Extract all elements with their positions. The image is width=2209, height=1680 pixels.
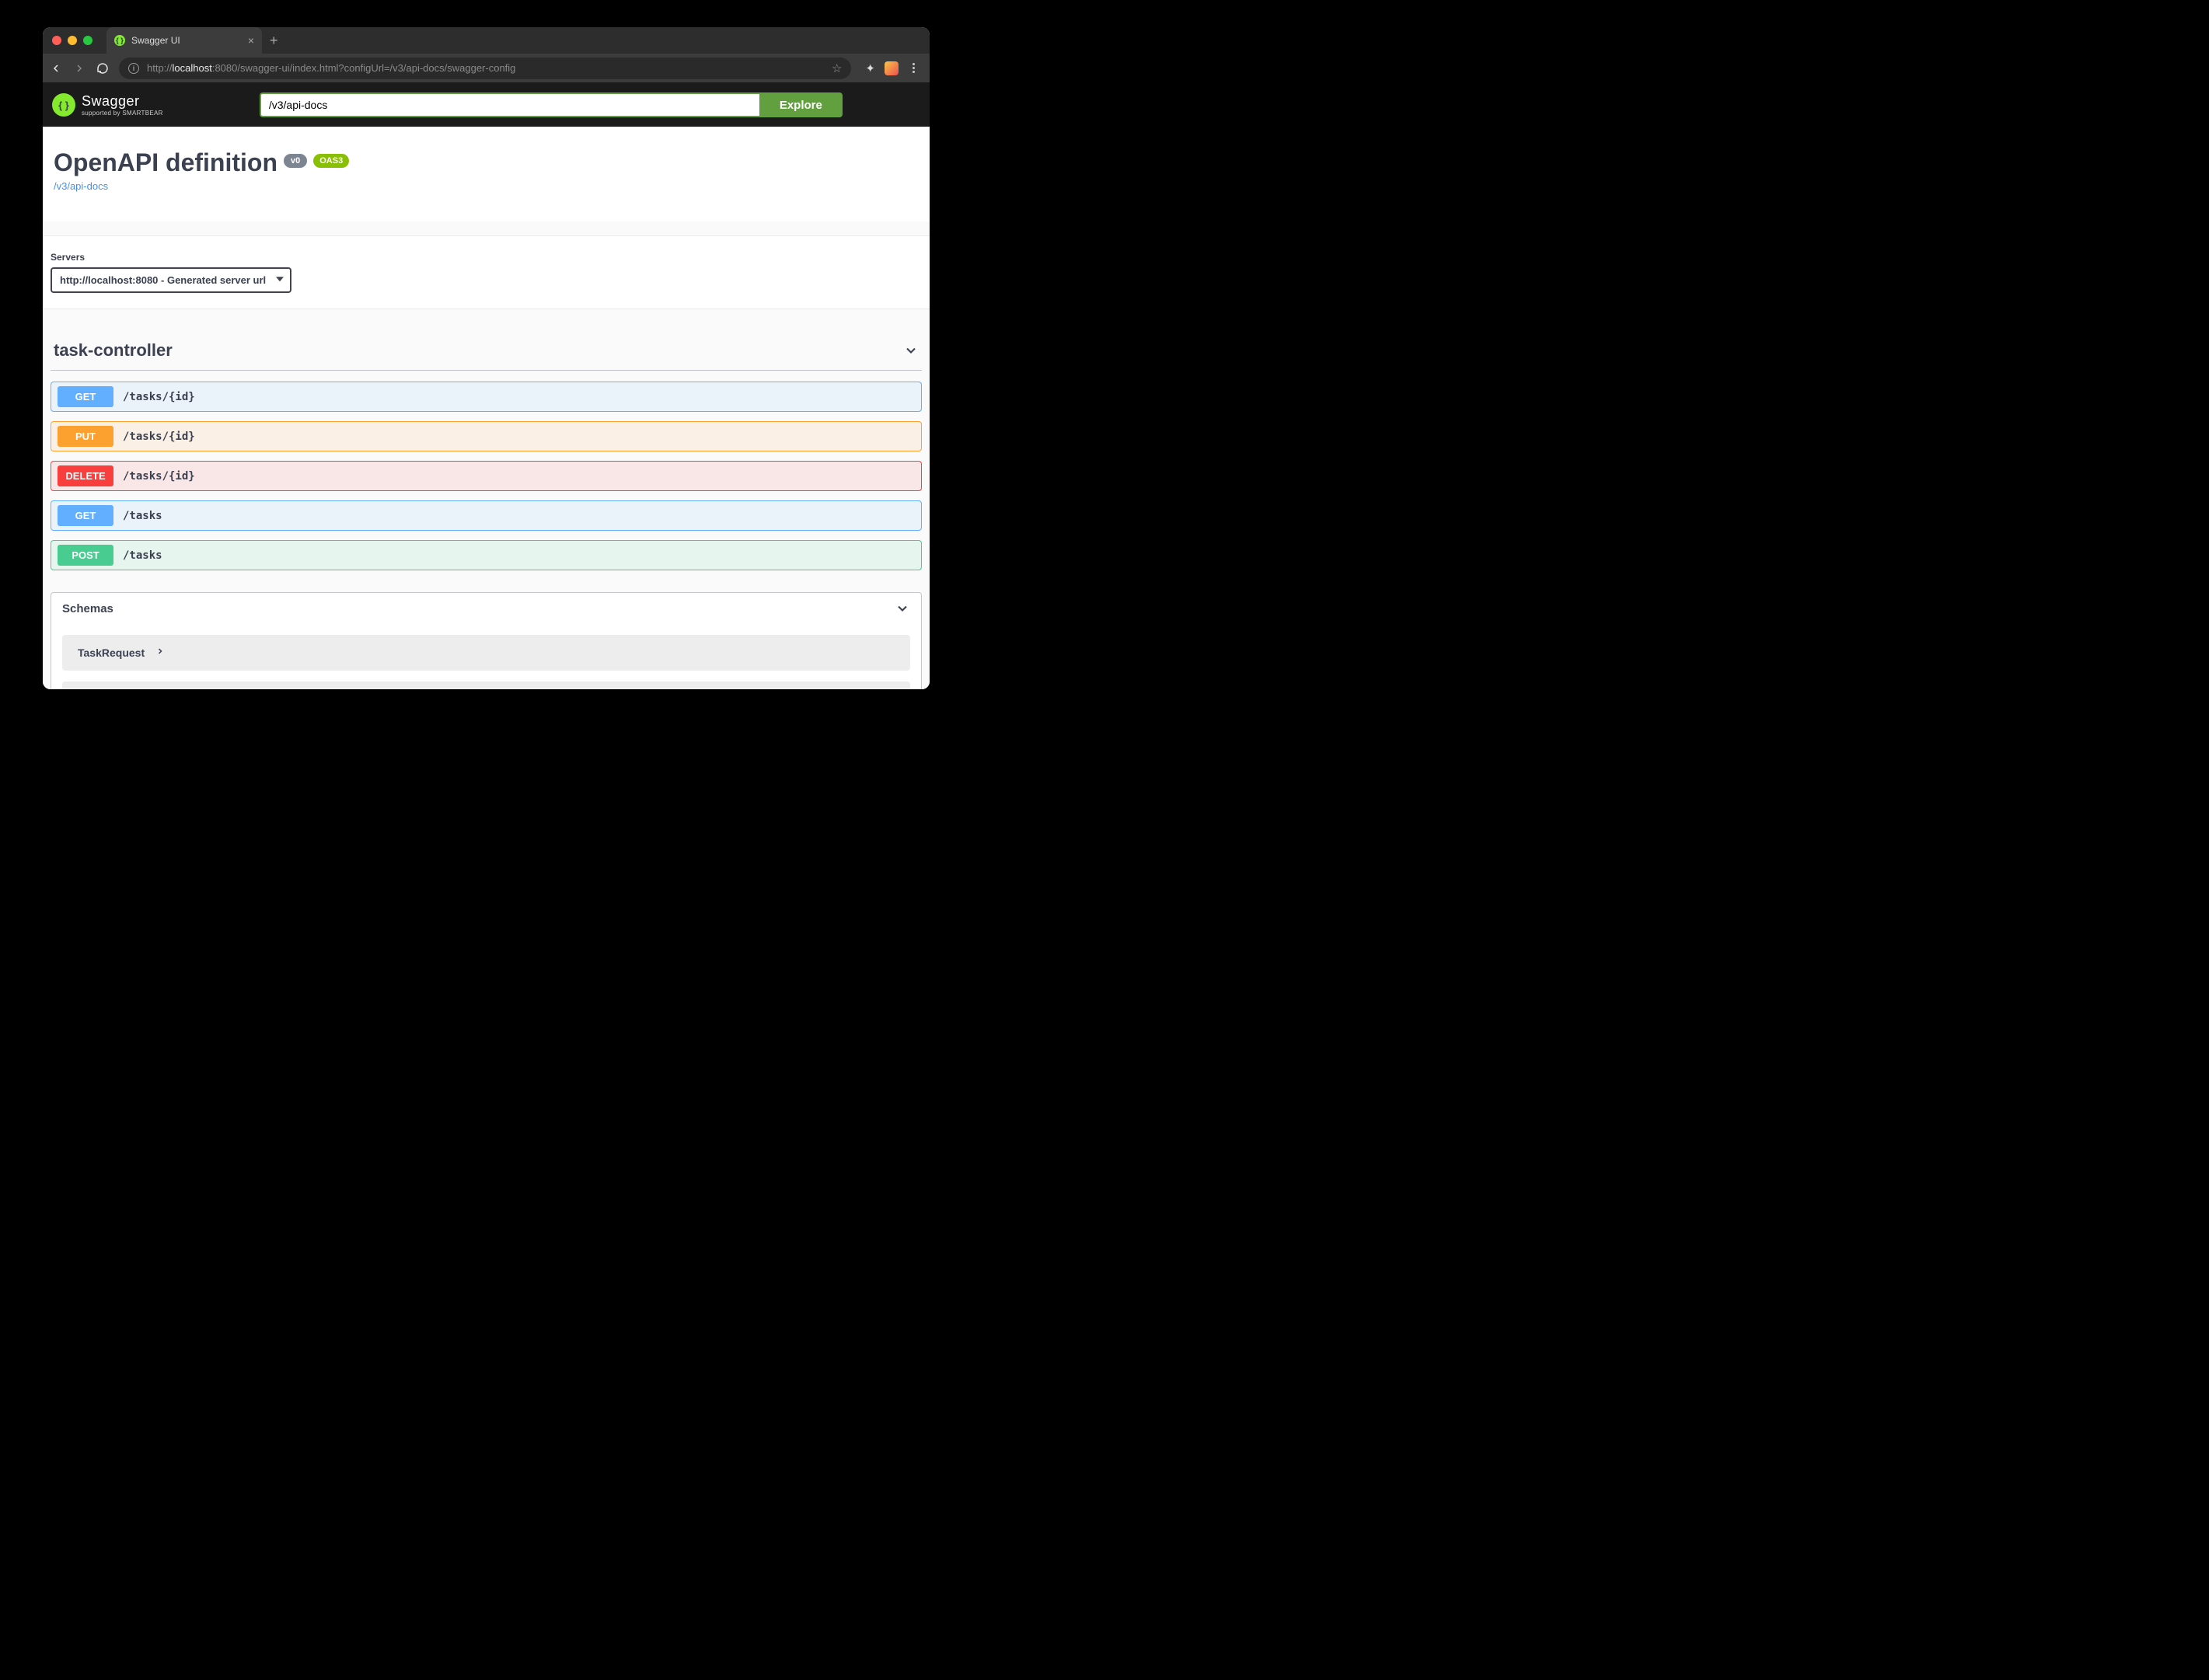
chevron-right-icon bbox=[155, 646, 165, 660]
info-section: OpenAPI definition v0 OAS3 /v3/api-docs bbox=[43, 127, 930, 221]
operation-path: /tasks/{id} bbox=[123, 470, 195, 483]
tab-strip: { } Swagger UI × + bbox=[106, 27, 286, 54]
operation-path: /tasks bbox=[123, 549, 162, 562]
spec-url-input[interactable] bbox=[260, 92, 759, 117]
operation-row[interactable]: PUT/tasks/{id} bbox=[51, 421, 922, 451]
schema-item[interactable]: TaskRequest bbox=[62, 635, 910, 671]
schemas-title: Schemas bbox=[62, 602, 113, 615]
swagger-content: OpenAPI definition v0 OAS3 /v3/api-docs … bbox=[43, 127, 930, 689]
operation-path: /tasks bbox=[123, 510, 162, 522]
close-tab-button[interactable]: × bbox=[248, 35, 254, 46]
address-url: http://localhost:8080/swagger-ui/index.h… bbox=[147, 62, 515, 74]
schemas-header[interactable]: Schemas bbox=[51, 593, 921, 624]
operation-list: GET/tasks/{id}PUT/tasks/{id}DELETE/tasks… bbox=[51, 382, 922, 570]
browser-tab-active[interactable]: { } Swagger UI × bbox=[106, 27, 262, 54]
swagger-topbar: { } Swagger supported by SMARTBEAR Explo… bbox=[43, 83, 930, 127]
bookmark-star-icon[interactable]: ☆ bbox=[832, 61, 842, 75]
api-title-text: OpenAPI definition bbox=[54, 148, 277, 177]
maximize-window-button[interactable] bbox=[83, 36, 92, 45]
browser-window: { } Swagger UI × + i http://localhost:80… bbox=[43, 27, 930, 689]
reload-button[interactable] bbox=[96, 62, 110, 75]
extension-icon[interactable] bbox=[885, 61, 899, 75]
explore-button[interactable]: Explore bbox=[759, 92, 843, 117]
browser-toolbar: i http://localhost:8080/swagger-ui/index… bbox=[43, 54, 930, 83]
site-info-icon[interactable]: i bbox=[128, 63, 139, 74]
extensions-puzzle-icon[interactable]: ✦ bbox=[865, 61, 875, 75]
schema-item[interactable]: ObjectId bbox=[62, 681, 910, 689]
operation-row[interactable]: GET/tasks/{id} bbox=[51, 382, 922, 412]
http-method-badge: GET bbox=[58, 386, 113, 407]
traffic-lights bbox=[52, 36, 92, 45]
schemas-section: Schemas TaskRequest ObjectId bbox=[51, 592, 922, 689]
spec-link[interactable]: /v3/api-docs bbox=[54, 180, 108, 192]
operation-path: /tasks/{id} bbox=[123, 391, 195, 403]
chevron-down-icon bbox=[903, 343, 919, 358]
extensions-area: ✦ bbox=[860, 61, 923, 75]
http-method-badge: DELETE bbox=[58, 465, 113, 486]
minimize-window-button[interactable] bbox=[68, 36, 77, 45]
oas-badge: OAS3 bbox=[313, 154, 349, 168]
window-titlebar: { } Swagger UI × + bbox=[43, 27, 930, 54]
chevron-down-icon bbox=[895, 601, 910, 616]
swagger-logo-subtext: supported by SMARTBEAR bbox=[82, 110, 163, 117]
new-tab-button[interactable]: + bbox=[262, 27, 286, 54]
swagger-logo-icon: { } bbox=[52, 93, 75, 117]
swagger-logo[interactable]: { } Swagger supported by SMARTBEAR bbox=[52, 93, 163, 117]
servers-label: Servers bbox=[51, 252, 922, 263]
schema-items: TaskRequest ObjectId bbox=[51, 635, 921, 689]
servers-select[interactable]: http://localhost:8080 - Generated server… bbox=[51, 267, 291, 293]
operation-row[interactable]: GET/tasks bbox=[51, 500, 922, 531]
operation-row[interactable]: POST/tasks bbox=[51, 540, 922, 570]
schema-name: TaskRequest bbox=[78, 647, 145, 659]
api-title: OpenAPI definition v0 OAS3 bbox=[54, 148, 919, 177]
explore-bar: Explore bbox=[260, 92, 843, 117]
back-button[interactable] bbox=[49, 62, 63, 75]
servers-section: Servers http://localhost:8080 - Generate… bbox=[43, 235, 930, 309]
browser-menu-button[interactable] bbox=[908, 63, 919, 73]
version-badge: v0 bbox=[284, 154, 307, 168]
tag-name: task-controller bbox=[54, 340, 173, 361]
http-method-badge: POST bbox=[58, 545, 113, 566]
swagger-favicon-icon: { } bbox=[114, 35, 125, 46]
tag-section: task-controller GET/tasks/{id}PUT/tasks/… bbox=[43, 333, 930, 570]
operation-row[interactable]: DELETE/tasks/{id} bbox=[51, 461, 922, 491]
operation-path: /tasks/{id} bbox=[123, 430, 195, 443]
forward-button[interactable] bbox=[72, 62, 86, 75]
http-method-badge: PUT bbox=[58, 426, 113, 447]
address-bar[interactable]: i http://localhost:8080/swagger-ui/index… bbox=[119, 58, 851, 79]
tag-header[interactable]: task-controller bbox=[51, 333, 922, 371]
swagger-logo-text: Swagger bbox=[82, 93, 163, 110]
http-method-badge: GET bbox=[58, 505, 113, 526]
close-window-button[interactable] bbox=[52, 36, 61, 45]
tab-title: Swagger UI bbox=[131, 35, 180, 46]
